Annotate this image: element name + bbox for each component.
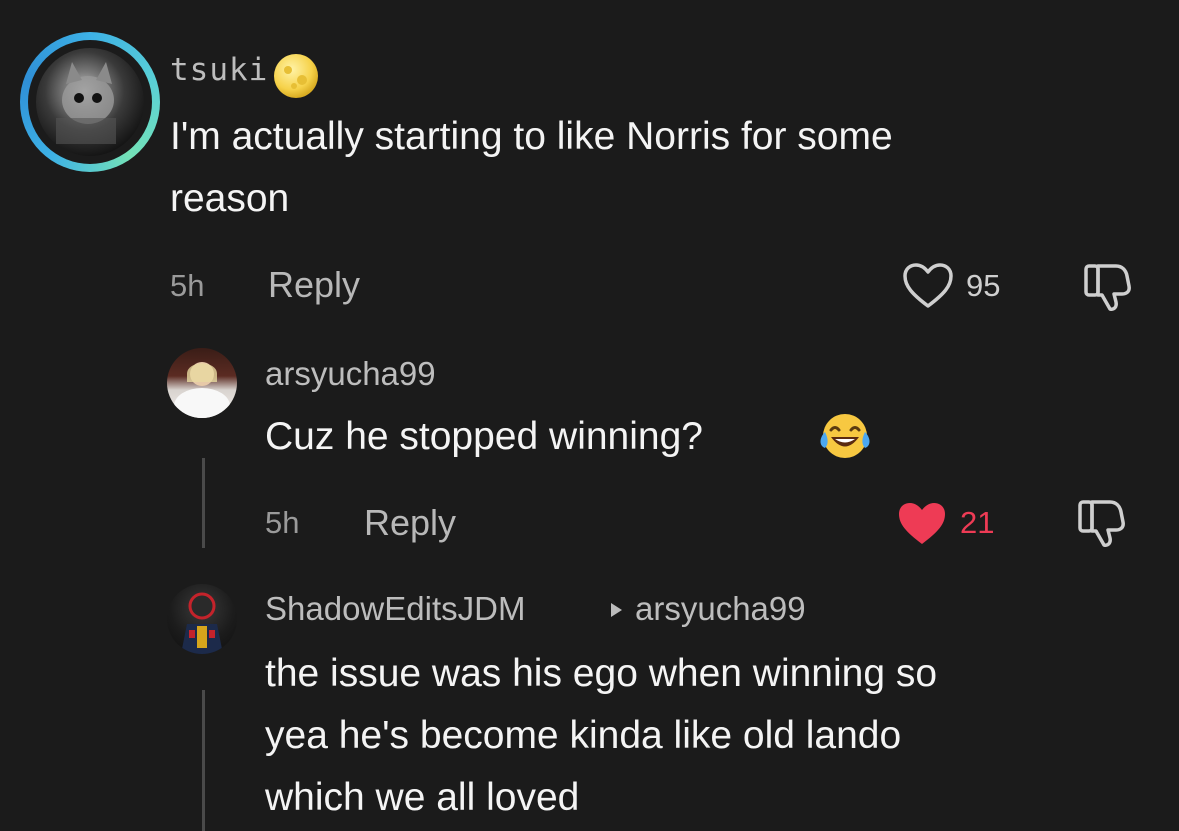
dislike-icon[interactable] (1076, 498, 1128, 548)
avatar[interactable] (20, 32, 160, 172)
comment-timestamp: 5h (265, 505, 300, 540)
reply-to-username[interactable]: arsyucha99 (635, 590, 806, 628)
comment-username[interactable]: tsuki (170, 52, 268, 88)
avatar-photo (36, 48, 144, 156)
laughing-emoji-icon (817, 410, 873, 462)
comment-text: Cuz he stopped winning? (265, 415, 703, 458)
reply-button[interactable]: Reply (364, 502, 456, 544)
play-arrow-icon (608, 600, 624, 620)
reply-button[interactable]: Reply (268, 264, 360, 306)
avatar[interactable] (167, 584, 237, 654)
comment-username[interactable]: arsyucha99 (265, 355, 436, 393)
comment-text: I'm actually starting to like Norris for… (170, 115, 893, 158)
heart-outline-icon[interactable] (902, 262, 954, 310)
like-count: 21 (960, 505, 995, 540)
comment-text: yea he's become kinda like old lando (265, 714, 902, 757)
comment-text: the issue was his ego when winning so (265, 652, 938, 695)
heart-filled-icon[interactable] (896, 500, 948, 548)
comment-text: which we all loved (265, 776, 580, 819)
like-count: 95 (966, 268, 1001, 303)
thread-line (202, 690, 205, 831)
comment-timestamp: 5h (170, 268, 205, 303)
comment-text: reason (170, 177, 290, 220)
moon-emoji-icon (272, 52, 320, 100)
comment-username[interactable]: ShadowEditsJDM (265, 590, 525, 628)
dislike-icon[interactable] (1082, 262, 1134, 312)
thread-line (202, 458, 205, 548)
avatar[interactable] (167, 348, 237, 418)
